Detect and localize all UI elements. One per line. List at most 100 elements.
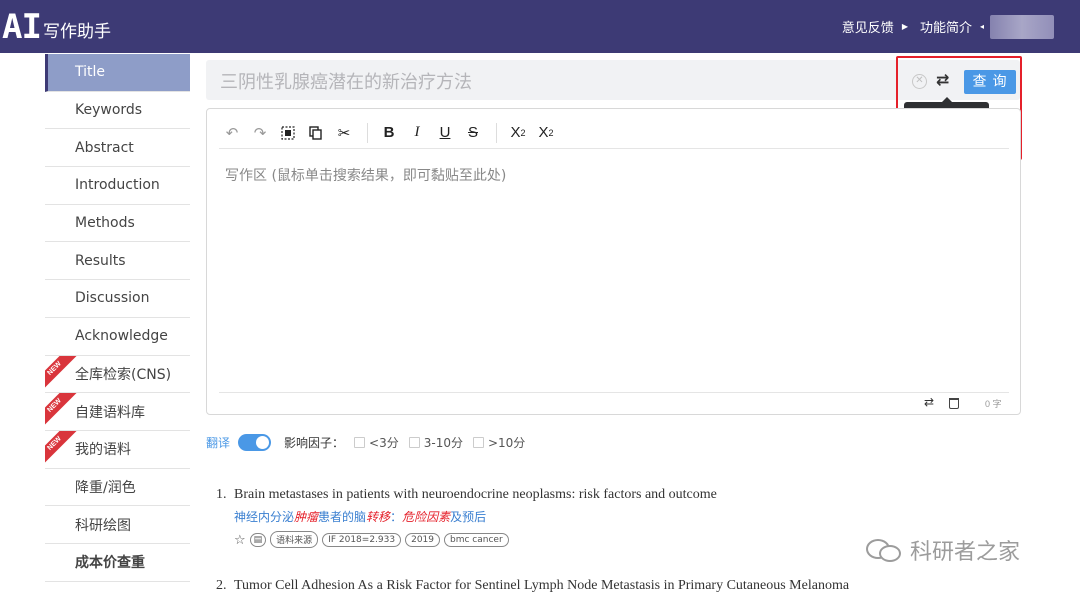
header-nav: 意见反馈 ▶ 功能简介 ◂ xyxy=(842,0,1080,53)
checkbox[interactable] xyxy=(354,436,366,448)
superscript-icon[interactable]: X2 xyxy=(533,120,559,146)
sidebar-item-label: Discussion xyxy=(75,290,150,307)
sidebar-item-label: 降重/润色 xyxy=(75,479,136,496)
sidebar-item-custom-corpus[interactable]: NEW 自建语料库 xyxy=(45,393,190,431)
sidebar-item-label: 我的语料 xyxy=(75,442,131,459)
subscript-icon[interactable]: X2 xyxy=(505,120,531,146)
sidebar-item-results[interactable]: Results xyxy=(45,242,190,281)
result-item[interactable]: 1. Brain metastases in patients with neur… xyxy=(216,487,717,548)
nav-feedback-label: 意见反馈 xyxy=(841,21,894,36)
sidebar-item-plagiarism-check[interactable]: 成本价查重 xyxy=(45,543,190,582)
if-filter-gt10[interactable]: >10分 xyxy=(472,434,526,451)
sidebar-item-label: Methods xyxy=(75,215,135,232)
toolbar-divider xyxy=(367,122,368,143)
sidebar-item-drawing[interactable]: 科研绘图 xyxy=(45,506,190,544)
result-index: 2. xyxy=(216,578,227,593)
user-account-blurred[interactable] xyxy=(990,14,1054,39)
sidebar-item-rewrite[interactable]: 降重/润色 xyxy=(45,468,190,507)
star-icon[interactable]: ☆ xyxy=(234,532,246,548)
translate-label: 翻译 xyxy=(206,435,231,450)
circle-x-icon[interactable]: ✕ xyxy=(912,74,927,89)
translation-part: 神经内分泌 xyxy=(234,510,295,524)
translation-part: ： xyxy=(390,510,403,524)
translation-highlight: 危险因素 xyxy=(402,510,451,524)
redo-icon[interactable]: ↷ xyxy=(247,120,273,146)
checkbox-label: >10分 xyxy=(487,435,526,450)
result-index: 1. xyxy=(216,487,227,502)
undo-icon[interactable]: ↶ xyxy=(219,120,245,146)
tag-source[interactable]: 语料来源 xyxy=(270,531,319,548)
sidebar-item-keywords[interactable]: Keywords xyxy=(45,91,190,130)
watermark: 科研者之家 xyxy=(866,534,1020,566)
tag-impact-factor: IF 2018=2.933 xyxy=(322,532,402,547)
sidebar-item-label: Introduction xyxy=(75,177,160,194)
if-filter-lt3[interactable]: <3分 xyxy=(354,434,399,451)
italic-icon[interactable]: I xyxy=(404,120,430,146)
writing-editor[interactable]: ↶ ↷ ✂ B I U S X2 X2 写作区 (鼠标单击搜索结果，即可黏贴至此… xyxy=(206,108,1021,415)
result-translation: 神经内分泌肿瘤患者的脑转移：危险因素及预后 xyxy=(234,508,717,525)
watermark-text: 科研者之家 xyxy=(910,540,1021,565)
new-badge: NEW xyxy=(45,430,77,466)
result-tags: ☆ ▤ 语料来源 IF 2018=2.933 2019 bmc cancer xyxy=(234,531,717,548)
sidebar-item-full-search[interactable]: NEW 全库检索(CNS) xyxy=(45,355,190,394)
new-badge: NEW xyxy=(45,355,77,391)
checkbox[interactable] xyxy=(408,436,420,448)
caret-right-icon: ▶ xyxy=(901,22,908,31)
scissors-icon[interactable]: ✂ xyxy=(331,120,357,146)
sidebar-item-methods[interactable]: Methods xyxy=(45,204,190,243)
app-logo[interactable]: AI 写作助手 xyxy=(2,8,111,44)
sidebar-item-title[interactable]: Title xyxy=(45,54,190,92)
result-title[interactable]: 1. Brain metastases in patients with neur… xyxy=(216,487,717,503)
tag-year: 2019 xyxy=(405,532,440,547)
result-item[interactable]: 2. Tumor Cell Adhesion As a Risk Factor f… xyxy=(216,578,849,594)
checkbox[interactable] xyxy=(472,436,484,448)
nav-feedback[interactable]: 意见反馈 ▶ xyxy=(842,17,920,36)
title-search-input[interactable]: 三阴性乳腺癌潜在的新治疗方法 xyxy=(220,68,472,94)
impact-factor-label: 影响因子： xyxy=(284,435,345,450)
sidebar-item-discussion[interactable]: Discussion xyxy=(45,280,190,318)
swap-icon[interactable]: ⇄ xyxy=(936,70,949,90)
tag-journal: bmc cancer xyxy=(444,532,509,547)
sidebar-item-introduction[interactable]: Introduction xyxy=(45,167,190,205)
title-search-box: 三阴性乳腺癌潜在的新治疗方法 ✕ ⇄ 查询 xyxy=(206,60,1020,100)
editor-toolbar: ↶ ↷ ✂ B I U S X2 X2 xyxy=(219,117,1009,149)
result-title-text: Brain metastases in patients with neuroe… xyxy=(234,487,717,502)
translation-part: 及预后 xyxy=(450,510,487,524)
translation-part: 患者的脑 xyxy=(318,510,367,524)
strikethrough-icon[interactable]: S xyxy=(460,120,486,146)
result-title-text: Tumor Cell Adhesion As a Risk Factor for… xyxy=(234,578,850,593)
detail-icon[interactable]: ▤ xyxy=(249,532,267,547)
query-button[interactable]: 查询 xyxy=(964,70,1016,94)
trash-icon[interactable] xyxy=(949,398,959,409)
select-all-icon[interactable] xyxy=(275,120,301,146)
logo-ai-mark: AI xyxy=(2,7,42,47)
sidebar-item-label: 自建语料库 xyxy=(75,404,145,421)
bold-icon[interactable]: B xyxy=(376,120,402,146)
translate-toggle[interactable] xyxy=(238,433,272,451)
sidebar-item-label: Title xyxy=(75,64,106,81)
sidebar-item-label: Results xyxy=(75,252,126,269)
sidebar-item-label: 成本价查重 xyxy=(75,555,145,572)
sidebar-item-my-corpus[interactable]: NEW 我的语料 xyxy=(45,430,190,469)
underline-icon[interactable]: U xyxy=(432,120,458,146)
sidebar-item-label: 科研绘图 xyxy=(75,517,131,534)
sidebar-item-abstract[interactable]: Abstract xyxy=(45,129,190,168)
sidebar-item-label: 全库检索(CNS) xyxy=(75,366,172,383)
result-title[interactable]: 2. Tumor Cell Adhesion As a Risk Factor f… xyxy=(216,578,849,594)
swap-icon[interactable]: ⇄ xyxy=(924,395,934,409)
caret-left-icon: ◂ xyxy=(979,22,984,31)
new-badge: NEW xyxy=(45,393,77,429)
checkbox-label: 3-10分 xyxy=(423,435,463,450)
sidebar-item-acknowledge[interactable]: Acknowledge xyxy=(45,317,190,356)
nav-features[interactable]: 功能简介 ◂ xyxy=(920,17,984,36)
copy-icon[interactable] xyxy=(303,120,329,146)
editor-footer: ⇄ 0 字 xyxy=(219,392,1009,414)
sidebar-item-label: Abstract xyxy=(75,139,134,156)
sidebar-item-label: Keywords xyxy=(75,102,143,119)
sidebar-item-label: Acknowledge xyxy=(75,328,168,345)
sidebar: Title Keywords Abstract Introduction Met… xyxy=(45,54,190,582)
if-filter-3to10[interactable]: 3-10分 xyxy=(408,434,463,451)
nav-features-label: 功能简介 xyxy=(919,21,972,36)
translation-highlight: 肿瘤 xyxy=(294,510,319,524)
toolbar-divider xyxy=(496,122,497,143)
